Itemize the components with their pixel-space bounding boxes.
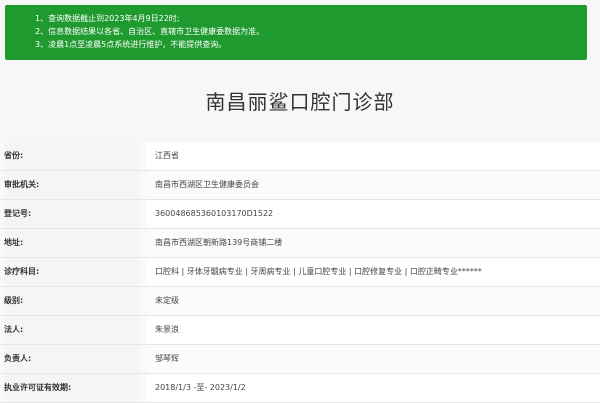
row-level: 级别: 未定级: [0, 287, 600, 316]
address-value: 南昌市西湖区朝新路139号商铺二楼: [147, 229, 600, 257]
row-registration-number: 登记号: 360048685360103170D1522: [0, 200, 600, 229]
page-title: 南昌丽鲨口腔门诊部: [205, 90, 395, 114]
legal-person-label: 法人:: [4, 316, 139, 344]
person-in-charge-value: 邹琴辉: [147, 345, 600, 373]
province-value: 江西省: [147, 142, 600, 170]
approval-authority-label: 审批机关:: [4, 171, 139, 199]
notice-line-1: 1、查询数据截止到2023年4月9日22时;: [35, 14, 180, 23]
license-validity-value: 2018/1/3 -至- 2023/1/2: [147, 374, 600, 402]
registration-number-value: 360048685360103170D1522: [147, 200, 600, 228]
row-license-validity: 执业许可证有效期: 2018/1/3 -至- 2023/1/2: [0, 374, 600, 403]
legal-person-value: 朱景浪: [147, 316, 600, 344]
row-legal-person: 法人: 朱景浪: [0, 316, 600, 345]
row-treatment-subjects: 诊疗科目: 口腔科 | 牙体牙髓病专业 | 牙周病专业 | 儿童口腔专业 | 口…: [0, 258, 600, 287]
notice-banner: 1、查询数据截止到2023年4月9日22时; 2、信息数据结果以各省、自治区、直…: [5, 5, 587, 60]
row-approval-authority: 审批机关: 南昌市西湖区卫生健康委员会: [0, 171, 600, 200]
license-validity-label: 执业许可证有效期:: [4, 374, 139, 402]
treatment-subjects-label: 诊疗科目:: [4, 258, 139, 286]
person-in-charge-label: 负责人:: [4, 345, 139, 373]
row-address: 地址: 南昌市西湖区朝新路139号商铺二楼: [0, 229, 600, 258]
info-table: 省份: 江西省 审批机关: 南昌市西湖区卫生健康委员会 登记号: 3600486…: [0, 142, 600, 403]
level-value: 未定级: [147, 287, 600, 315]
notice-line-3: 3、凌晨1点至凌晨5点系统进行维护，不能提供查询。: [35, 40, 227, 49]
approval-authority-value: 南昌市西湖区卫生健康委员会: [147, 171, 600, 199]
province-label: 省份:: [4, 142, 139, 170]
notice-line-2: 2、信息数据结果以各省、自治区、直辖市卫生健康委数据为准。: [35, 27, 265, 36]
row-province: 省份: 江西省: [0, 142, 600, 171]
row-person-in-charge: 负责人: 邹琴辉: [0, 345, 600, 374]
registration-number-label: 登记号:: [4, 200, 139, 228]
treatment-subjects-value: 口腔科 | 牙体牙髓病专业 | 牙周病专业 | 儿童口腔专业 | 口腔修复专业 …: [147, 258, 600, 286]
level-label: 级别:: [4, 287, 139, 315]
address-label: 地址:: [4, 229, 139, 257]
